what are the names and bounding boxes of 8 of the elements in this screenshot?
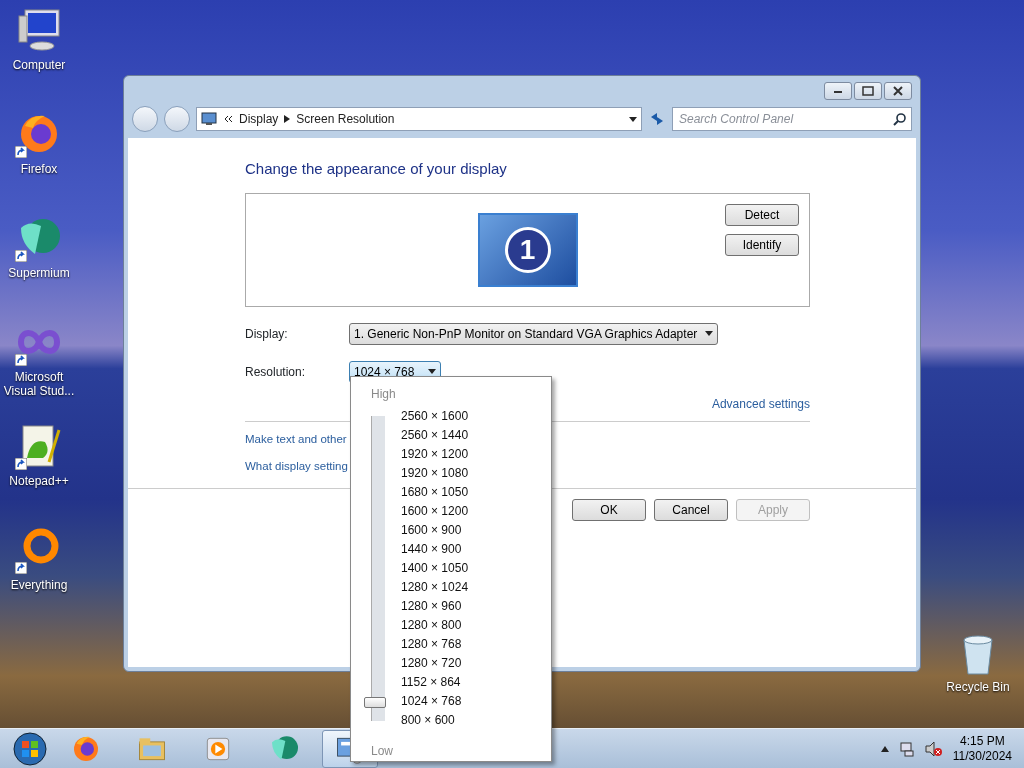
clock-date: 11/30/2024: [952, 748, 1012, 764]
clock-time: 4:15 PM: [959, 733, 1006, 749]
slider-label: Low: [370, 744, 394, 758]
field-label: Display:: [245, 325, 289, 343]
field-label: Resolution:: [245, 363, 307, 381]
page-heading: Change the appearance of your display: [245, 159, 508, 179]
slider-label: High: [370, 387, 397, 401]
monitor-number: 1: [504, 226, 551, 273]
